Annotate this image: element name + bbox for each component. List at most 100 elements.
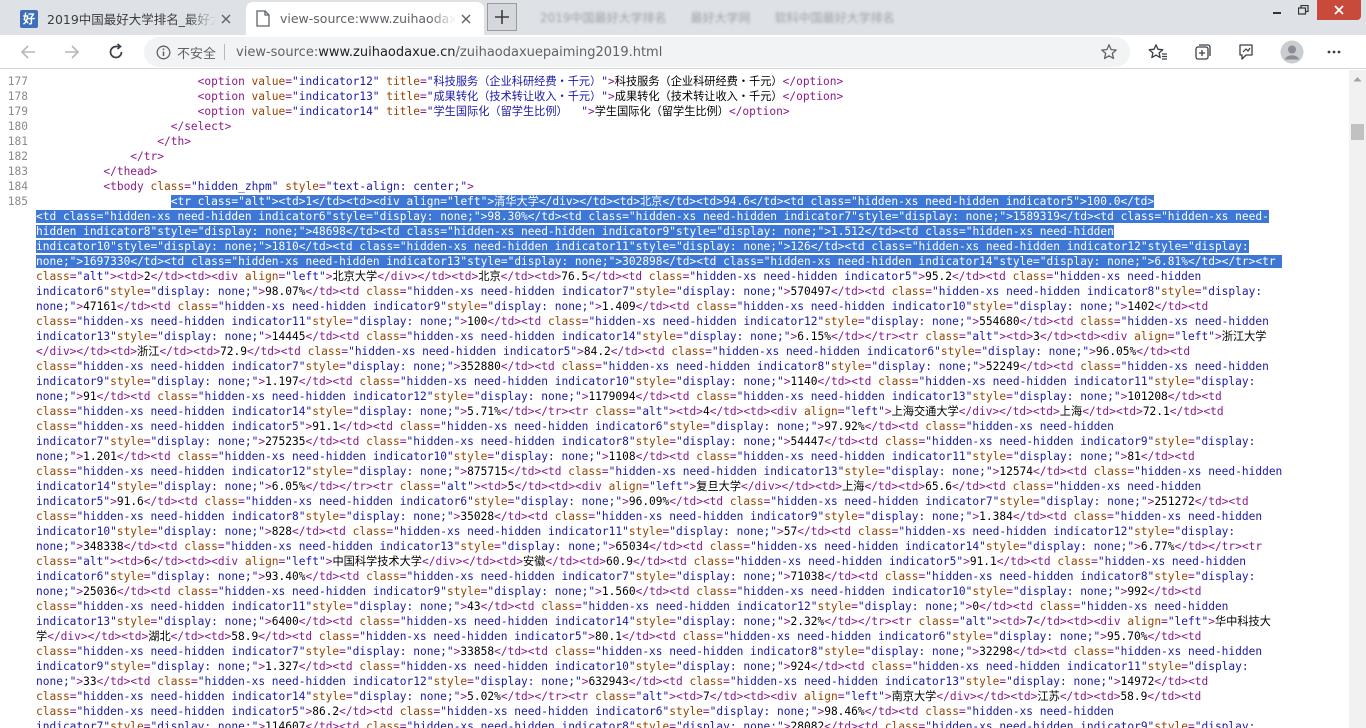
collections-icon [1195, 44, 1211, 60]
feedback-icon [1239, 44, 1253, 60]
info-icon[interactable] [156, 45, 171, 60]
line-number: 179 [7, 105, 28, 118]
source-line: class="hidden-xs need-hidden indicator11… [36, 600, 1229, 613]
source-line: class="hidden-xs need-hidden indicator7"… [36, 360, 1269, 373]
window-close-button[interactable] [1317, 0, 1361, 20]
favorites-icon [1148, 44, 1167, 60]
source-line: <td class="hidden-xs need-hidden indicat… [36, 209, 1269, 224]
source-line: class="hidden-xs need-hidden indicator14… [36, 690, 1202, 703]
scroll-up-arrow-icon[interactable] [1349, 70, 1366, 87]
source-line: 学</div></td><td>湖北</td><td>58.9</td><td … [36, 630, 1202, 643]
reload-icon [109, 43, 123, 59]
profile-button[interactable] [1278, 38, 1306, 66]
vertical-scrollbar[interactable] [1349, 70, 1366, 728]
source-line: none;">33</td><td class="hidden-xs need-… [36, 675, 1209, 688]
text-selection: <tr class="alt"><td>1</td><td><div align… [170, 195, 1155, 208]
close-icon[interactable] [456, 9, 476, 29]
url-host: www.zuihaodaxue.cn [318, 44, 456, 60]
source-line: none;">348338</td><td class="hidden-xs n… [36, 540, 1263, 553]
feedback-button[interactable] [1232, 38, 1260, 66]
omnibox-separator [224, 44, 226, 60]
source-line: <option value="indicator13" title="成果转化（… [197, 90, 844, 103]
new-tab-button[interactable] [487, 3, 517, 31]
back-button[interactable] [14, 38, 42, 66]
background-title: 2019中国最好大学排名 [540, 10, 667, 25]
source-line: </div></td><td>浙江</td><td>72.9</td><td c… [36, 345, 1191, 358]
source-line: class="alt"><td>6</td><td><div align="le… [36, 555, 1247, 568]
background-title: 最好大学网 [690, 10, 751, 25]
url-prefix: view-source: [236, 44, 319, 60]
line-number: 185 [7, 195, 28, 208]
source-line: indicator6"style="display: none;">93.40%… [36, 570, 1256, 583]
minimize-button[interactable] [1263, 0, 1290, 20]
background-window-titles: 2019中国最好大学排名 最好大学网 软科中国最好大学排名 [540, 6, 1220, 28]
favorites-button[interactable] [1144, 38, 1172, 66]
scrollbar-thumb[interactable] [1351, 124, 1364, 140]
source-viewer[interactable]: 177 178 179 180 181 182 183 184 185 <option valu… [0, 70, 1366, 728]
page-icon [256, 10, 270, 27]
security-label: 不安全 [177, 46, 217, 62]
source-line: indicator9"style="display: none;">1.327<… [36, 660, 1249, 673]
tab-title: 2019中国最好大学排名_最好大学 [47, 12, 216, 27]
source-line: indicator9"style="display: none;">1.197<… [36, 375, 1256, 388]
minimize-icon [1272, 12, 1281, 14]
url-path: /zuihaodaxuepaiming2019.html [455, 44, 663, 60]
line-number: 177 [7, 75, 28, 88]
avatar [1280, 40, 1304, 64]
source-line: <option value="indicator14" title="学生国际化… [197, 105, 790, 118]
source-line: </thead> [103, 165, 158, 178]
reload-button[interactable] [102, 38, 130, 66]
source-line: indicator13"style="display: none;">14445… [36, 330, 1267, 343]
address-bar[interactable]: 不安全 view-source:www.zuihaodaxue.cn/zuiha… [144, 37, 1130, 67]
source-line: indicator14"style="display: none;">6.05%… [36, 480, 1202, 493]
text-selection: hidden indicator8"style="display: none;"… [36, 225, 1114, 238]
source-line: class="hidden-xs need-hidden indicator8"… [36, 510, 1263, 523]
tab-strip: 好 2019中国最好大学排名_最好大学 view-source:www.zuih… [0, 0, 1366, 35]
bookmark-star-icon[interactable] [1100, 43, 1118, 61]
maximize-button[interactable] [1290, 0, 1317, 20]
close-icon[interactable] [216, 9, 236, 29]
text-selection: indicator10"style="display: none;">1810<… [36, 240, 1249, 253]
restore-icon [1298, 5, 1309, 15]
source-line: </select> [170, 120, 232, 133]
source-line: </th> [157, 135, 191, 148]
source-line: hidden indicator8"style="display: none;"… [36, 224, 1114, 239]
source-line: none;">91</td><td class="hidden-xs need-… [36, 390, 1222, 403]
source-line: <option value="indicator12" title="科技服务（… [197, 75, 844, 88]
line-number: 180 [7, 120, 28, 133]
source-line: none;">47161</td><td class="hidden-xs ne… [36, 300, 1209, 313]
source-line: none;">1697330</td><td class="hidden-xs … [36, 254, 1283, 269]
line-number: 184 [7, 180, 28, 193]
source-line: indicator10"style="display: none;">828</… [36, 525, 1236, 538]
source-line: class="alt"><td>2</td><td><div align="le… [36, 270, 1202, 283]
more-icon [1327, 50, 1341, 54]
tab-ranking-page[interactable]: 好 2019中国最好大学排名_最好大学 [10, 2, 244, 35]
text-selection: <td class="hidden-xs need-hidden indicat… [36, 210, 1269, 223]
background-title: 软科中国最好大学排名 [774, 10, 895, 25]
line-number: 181 [7, 135, 28, 148]
plus-icon [495, 10, 509, 24]
tab-view-source[interactable]: view-source:www.zuihaodaxue.cn [246, 2, 484, 35]
source-line: indicator13"style="display: none;">6400<… [36, 615, 1271, 628]
source-line: none;">1.201</td><td class="hidden-xs ne… [36, 450, 1195, 463]
line-number: 182 [7, 150, 28, 163]
browser-toolbar: 不安全 view-source:www.zuihaodaxue.cn/zuiha… [0, 35, 1366, 69]
collections-button[interactable] [1189, 38, 1217, 66]
source-line: class="hidden-xs need-hidden indicator14… [36, 405, 1224, 418]
source-line: class="hidden-xs need-hidden indicator5"… [36, 705, 1114, 718]
settings-menu-button[interactable] [1320, 38, 1348, 66]
source-line: class="hidden-xs need-hidden indicator12… [36, 465, 1283, 478]
forward-button[interactable] [58, 38, 86, 66]
arrow-left-icon [20, 45, 35, 59]
source-line: indicator6"style="display: none;">98.07%… [36, 285, 1263, 298]
url-text: view-source:www.zuihaodaxue.cn/zuihaodax… [236, 45, 662, 60]
source-line: class="hidden-xs need-hidden indicator11… [36, 315, 1269, 328]
source-line: indicator7"style="display: none;">275235… [36, 435, 1256, 448]
source-line: indicator5">91.6</td><td class="hidden-x… [36, 495, 1249, 508]
source-line: indicator10"style="display: none;">1810<… [36, 239, 1249, 254]
close-icon [1334, 5, 1344, 15]
tab-title: view-source:www.zuihaodaxue.cn [280, 11, 456, 26]
source-line: class="hidden-xs need-hidden indicator5"… [36, 420, 1114, 433]
arrow-right-icon [65, 45, 80, 59]
line-number: 178 [7, 90, 28, 103]
